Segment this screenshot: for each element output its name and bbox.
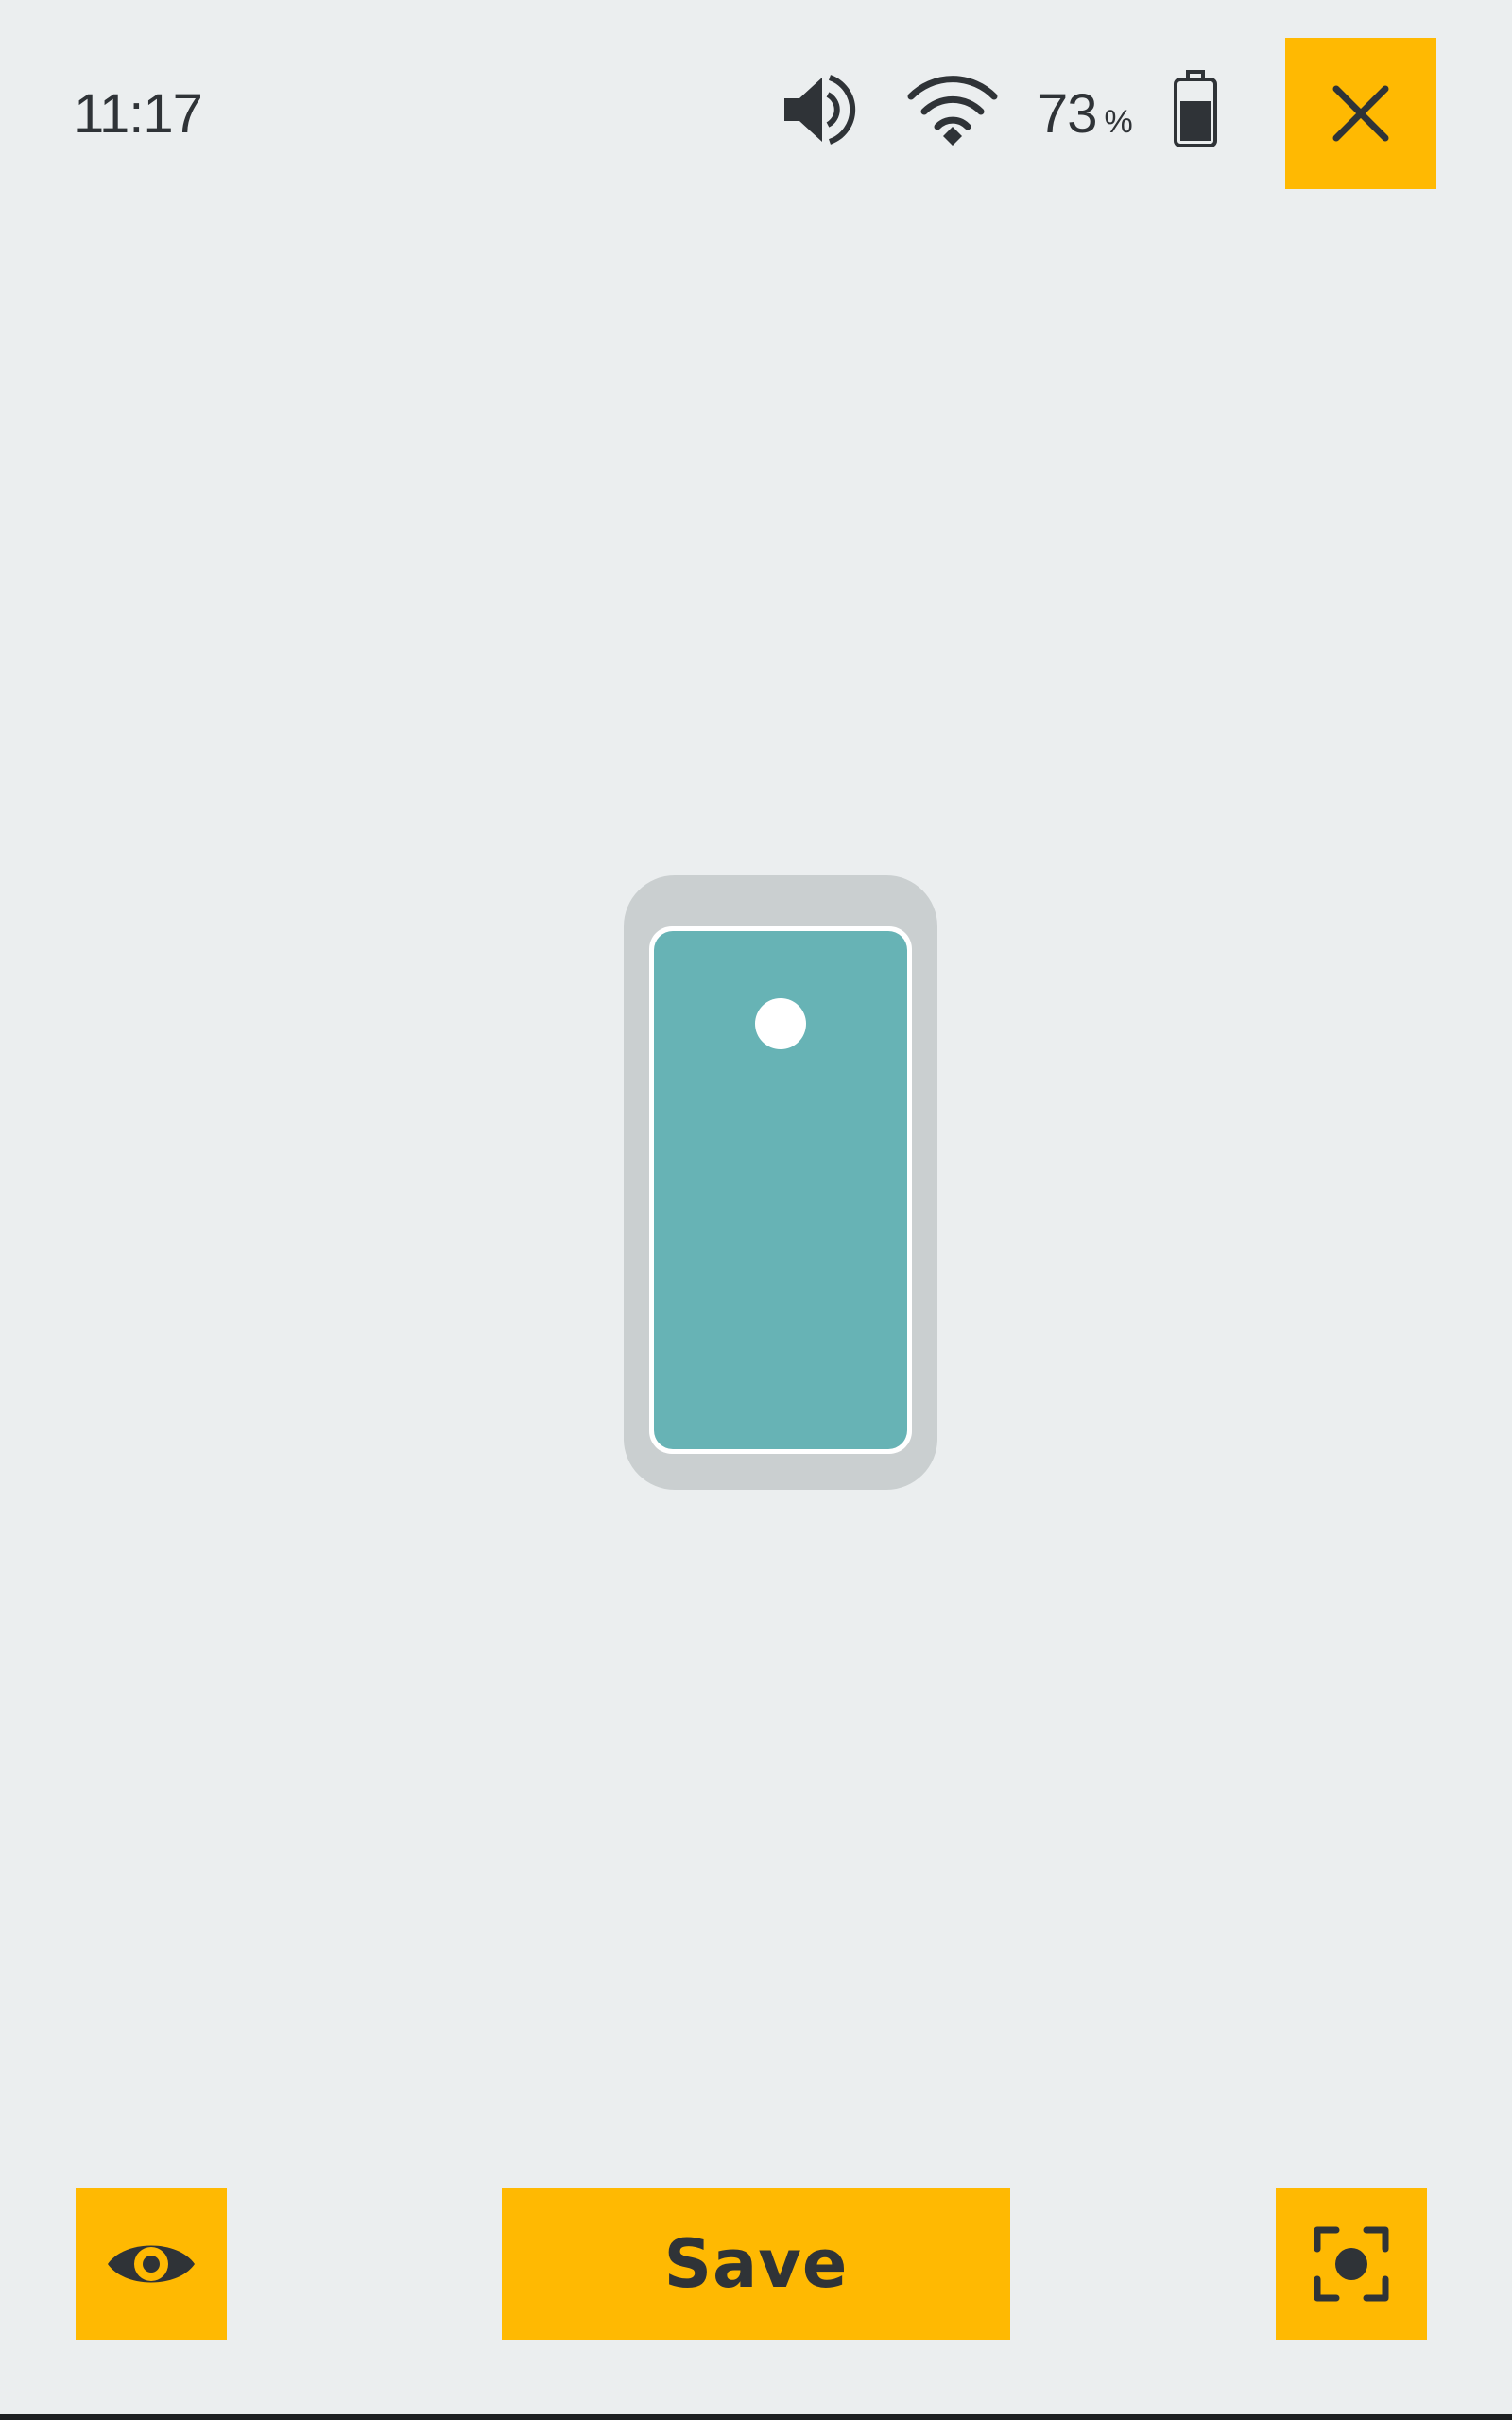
close-icon [1332, 85, 1389, 142]
phone-camera [755, 998, 806, 1049]
volume-icon [784, 75, 856, 145]
focus-icon [1314, 2226, 1389, 2302]
preview-eye-button[interactable] [76, 2188, 227, 2340]
battery-percent: 73% [1038, 81, 1133, 147]
bottom-divider [0, 2414, 1512, 2420]
eye-icon [108, 2245, 195, 2283]
focus-button[interactable] [1276, 2188, 1427, 2340]
battery-percent-sign: % [1104, 104, 1133, 140]
status-time: 11:17 [74, 83, 203, 145]
save-button[interactable]: Save [502, 2188, 1010, 2340]
save-button-label: Save [663, 2225, 849, 2303]
phone-illustration [624, 875, 937, 1490]
battery-icon [1174, 70, 1217, 147]
wifi-icon [907, 76, 998, 146]
battery-percent-value: 73 [1038, 83, 1098, 145]
close-button[interactable] [1285, 38, 1436, 189]
